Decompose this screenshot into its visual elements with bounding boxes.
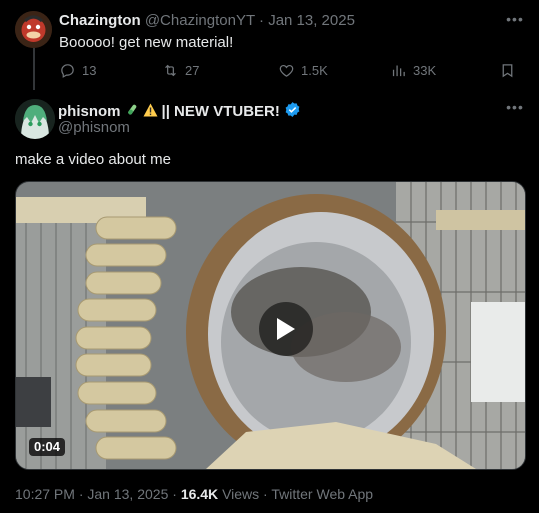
post-time[interactable]: 10:27 PM	[15, 486, 75, 502]
main-handle[interactable]: @phisnom	[58, 119, 130, 137]
repost-arrows-icon	[165, 64, 176, 77]
bookmark-icon	[502, 64, 513, 78]
like-button[interactable]: 1.5K	[278, 62, 328, 79]
tweet-metadata: 10:27 PM · Jan 13, 2025 · 16.4K Views · …	[15, 485, 373, 503]
warning-icon	[143, 103, 158, 122]
repost-count: 27	[185, 63, 200, 78]
post-source: Twitter Web App	[271, 486, 374, 502]
reply-display-name[interactable]: Chazington	[59, 12, 141, 29]
post-date[interactable]: Jan 13, 2025	[87, 486, 168, 502]
main-tweet-text: make a video about me	[15, 151, 171, 168]
views-count: 33K	[413, 63, 437, 78]
play-icon	[277, 318, 295, 340]
avatar-image	[15, 99, 55, 139]
views-button[interactable]: 33K	[390, 62, 436, 79]
post-views-label: Views	[222, 486, 260, 502]
more-dots-icon: •••	[506, 11, 524, 27]
like-count: 1.5K	[301, 63, 328, 78]
main-author-avatar[interactable]	[15, 99, 55, 139]
post-views-count: 16.4K	[180, 486, 219, 502]
reply-date[interactable]: Jan 13, 2025	[268, 12, 355, 29]
avatar-image	[15, 11, 52, 48]
reply-author-avatar[interactable]	[15, 11, 52, 48]
verified-badge-icon[interactable]	[284, 101, 301, 123]
header-separator: ·	[259, 12, 265, 29]
reply-tweet[interactable]: Chazington @ChazingtonYT · Jan 13, 2025 …	[0, 0, 539, 90]
reply-text: Booooo! get new material!	[59, 34, 234, 51]
comment-bubble-icon	[61, 64, 74, 78]
repost-button[interactable]: 27	[162, 62, 199, 79]
main-more-options-button[interactable]: •••	[505, 99, 525, 116]
meta-separator: ·	[263, 486, 268, 502]
bookmark-button[interactable]	[499, 62, 516, 79]
bar-chart-icon	[392, 65, 405, 77]
meta-separator: ·	[78, 486, 84, 502]
reply-header: Chazington @ChazingtonYT · Jan 13, 2025	[59, 12, 355, 30]
more-dots-icon: •••	[506, 99, 524, 115]
video-duration-badge: 0:04	[29, 438, 66, 456]
reply-action-bar: 13 27 1.5K 33K	[59, 62, 519, 80]
reply-count: 13	[82, 63, 97, 78]
video-player[interactable]: 0:04	[15, 181, 526, 470]
meta-separator: ·	[172, 486, 177, 502]
reply-more-options-button[interactable]: •••	[505, 11, 525, 28]
reply-handle[interactable]: @ChazingtonYT	[145, 12, 255, 29]
main-name-suffix[interactable]: || NEW VTUBER!	[162, 103, 280, 121]
heart-icon	[279, 64, 294, 77]
play-button[interactable]	[259, 302, 313, 356]
reply-button[interactable]: 13	[59, 62, 96, 79]
